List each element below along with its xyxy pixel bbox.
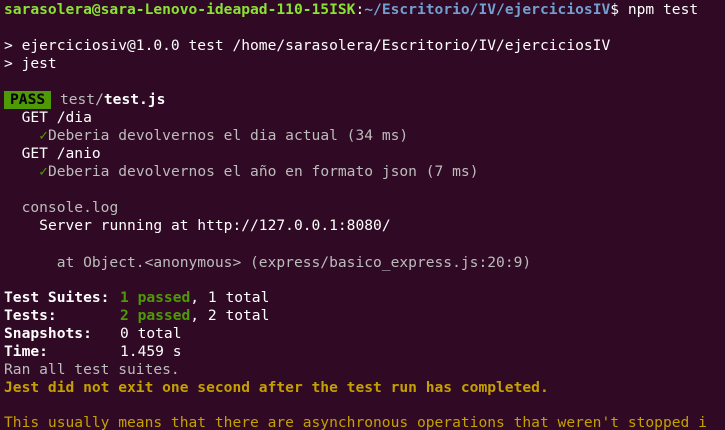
- summary-tests: Tests: 2 passed, 2 total: [4, 307, 270, 324]
- jest-warning-detail: This usually means that there are asynch…: [4, 414, 707, 430]
- test-file-name: test.js: [103, 91, 166, 108]
- jest-command-line: > jest: [4, 55, 57, 72]
- summary-suites: Test Suites: 1 passed, 1 total: [4, 289, 270, 306]
- test-case-label: Deberia devolvernos el dia actual (34 ms…: [47, 127, 409, 144]
- test-file-dir: test/: [59, 91, 104, 108]
- suite-name: GET /anio: [21, 145, 101, 162]
- pass-badge: PASS: [4, 91, 52, 109]
- suite-name: GET /dia: [21, 109, 92, 126]
- npm-script-line: > ejerciciosiv@1.0.0 test /home/sarasole…: [4, 37, 611, 54]
- summary-ran: Ran all test suites.: [4, 361, 180, 378]
- summary-time: Time: 1.459 s: [4, 343, 182, 360]
- prompt-path: ~/Escritorio/IV/ejerciciosIV: [364, 1, 611, 18]
- test-result-line: PASS test/test.js: [4, 91, 165, 109]
- jest-exit-warning: Jest did not exit one second after the t…: [4, 379, 549, 396]
- check-icon: ✓: [39, 163, 48, 180]
- test-case-label: Deberia devolvernos el año en formato js…: [47, 163, 479, 180]
- shell-prompt-line: sarasolera@sara-Lenovo-ideapad-110-15ISK…: [4, 1, 698, 19]
- prompt-symbol: $: [610, 1, 620, 18]
- test-case: ✓Deberia devolvernos el año en formato j…: [4, 163, 478, 181]
- check-icon: ✓: [39, 127, 48, 144]
- prompt-separator: :: [355, 1, 365, 18]
- terminal-window[interactable]: sarasolera@sara-Lenovo-ideapad-110-15ISK…: [0, 0, 725, 430]
- prompt-user-host: sarasolera@sara-Lenovo-ideapad-110-15ISK: [4, 1, 356, 18]
- console-location: at Object.<anonymous> (express/basico_ex…: [56, 254, 532, 271]
- summary-snapshots: Snapshots: 0 total: [4, 325, 182, 342]
- console-message: Server running at http://127.0.0.1:8080/: [39, 217, 391, 234]
- test-case: ✓Deberia devolvernos el dia actual (34 m…: [4, 127, 408, 145]
- prompt-command: npm test: [619, 1, 699, 18]
- console-log-label: console.log: [21, 199, 119, 216]
